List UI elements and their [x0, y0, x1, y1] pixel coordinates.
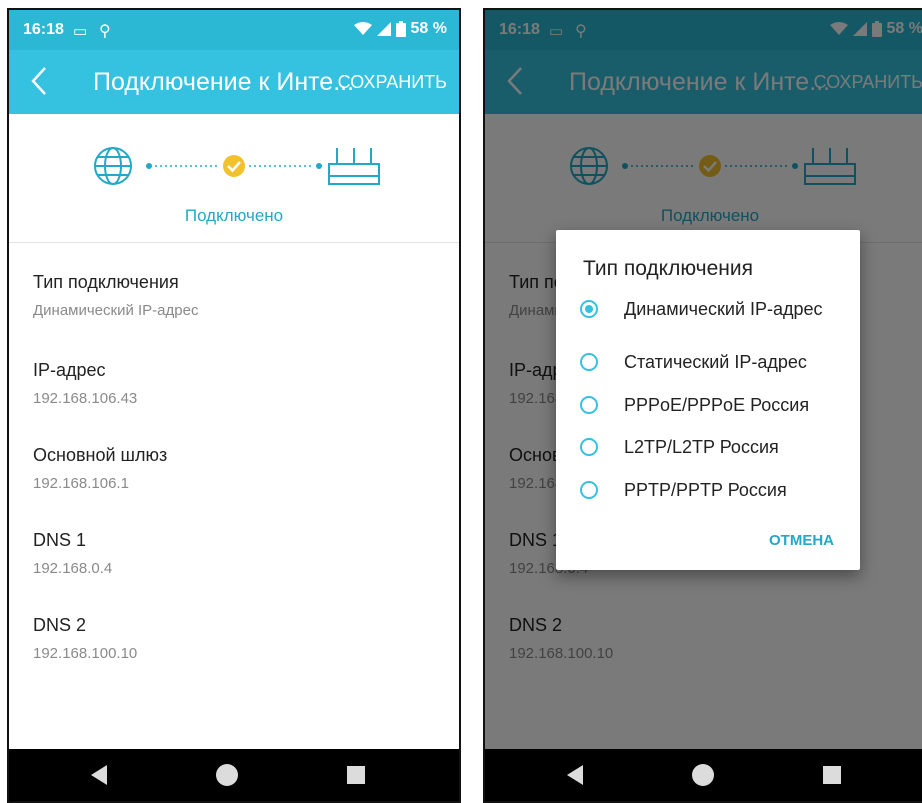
nav-back-icon[interactable] [91, 765, 107, 785]
radio-unselected[interactable] [580, 396, 598, 414]
field-dns1[interactable]: DNS 1 192.168.0.4 [33, 530, 112, 577]
connection-type-dialog: Тип подключения Динамический IP-адрес Ст… [556, 230, 860, 570]
nav-home-icon[interactable] [216, 764, 238, 786]
field-value: 192.168.106.43 [33, 390, 138, 407]
option-l2tp[interactable]: L2TP/L2TP Россия [580, 436, 844, 458]
usb-icon: ⚲ [99, 23, 111, 40]
navigation-bar [485, 749, 922, 801]
page-title: Подключение к Инте... [93, 68, 355, 96]
option-label: PPPoE/PPPoE Россия [624, 395, 810, 415]
dialog-title: Тип подключения [583, 257, 753, 280]
radio-unselected[interactable] [580, 438, 598, 456]
field-label: IP-адрес [33, 360, 106, 380]
status-right: 58 % [353, 20, 447, 38]
field-ip-address[interactable]: IP-адрес 192.168.106.43 [33, 360, 137, 407]
field-value: 192.168.100.10 [33, 645, 138, 662]
option-pppoe[interactable]: PPPoE/PPPoE Россия [580, 394, 844, 416]
nav-recent-icon[interactable] [823, 766, 841, 784]
status-bar: 16:18 ▭ ⚲ 58 % [9, 10, 459, 50]
status-time: 16:18 [23, 21, 64, 38]
nav-recent-icon[interactable] [347, 766, 365, 784]
nav-home-icon[interactable] [692, 764, 714, 786]
option-label: PPTP/PPTP Россия [624, 480, 787, 500]
signal-icon [376, 22, 391, 36]
laptop-icon: ▭ [73, 23, 88, 40]
option-label: Динамический IP-адрес [624, 299, 823, 319]
cancel-button[interactable]: ОТМЕНА [769, 532, 834, 549]
field-connection-type[interactable]: Тип подключения Динамический IP-адрес [33, 272, 198, 319]
field-label: DNS 1 [33, 530, 87, 550]
option-label: L2TP/L2TP Россия [624, 437, 779, 457]
battery-icon [395, 21, 406, 37]
dot-right [316, 163, 322, 169]
option-pptp[interactable]: PPTP/PPTP Россия [580, 479, 844, 501]
field-value: Динамический IP-адрес [33, 302, 199, 319]
radio-selected[interactable] [580, 300, 598, 318]
save-button[interactable]: СОХРАНИТЬ [338, 72, 447, 93]
wifi-icon [353, 22, 372, 35]
connection-status: Подключено [9, 114, 459, 242]
radio-unselected[interactable] [580, 353, 598, 371]
field-value: 192.168.0.4 [33, 560, 113, 577]
nav-back-icon[interactable] [567, 765, 583, 785]
field-gateway[interactable]: Основной шлюз 192.168.106.1 [33, 445, 167, 492]
app-bar: Подключение к Инте... СОХРАНИТЬ [9, 50, 459, 114]
divider [9, 242, 459, 243]
dot-left [146, 163, 152, 169]
check-icon [223, 155, 245, 177]
globe-icon [94, 147, 132, 185]
option-label: Статический IP-адрес [624, 352, 807, 372]
connected-status-label: Подключено [184, 206, 284, 225]
battery-percent: 58 % [410, 20, 447, 37]
field-value: 192.168.106.1 [33, 475, 129, 492]
router-icon [328, 148, 380, 185]
field-label: Основной шлюз [33, 445, 168, 465]
field-label: DNS 2 [33, 615, 87, 635]
back-icon[interactable] [25, 64, 55, 98]
connection-diagram [94, 147, 380, 185]
navigation-bar [9, 749, 459, 801]
option-static-ip[interactable]: Статический IP-адрес [580, 351, 844, 373]
field-label: Тип подключения [33, 272, 179, 292]
phone-screen-dialog: 16:18 ▭ ⚲ 58 % Подключение к Инте... СОХ… [483, 8, 922, 803]
option-dynamic-ip[interactable]: Динамический IP-адрес [580, 298, 844, 320]
field-dns2[interactable]: DNS 2 192.168.100.10 [33, 615, 137, 662]
radio-unselected[interactable] [580, 481, 598, 499]
phone-screen-main: 16:18 ▭ ⚲ 58 % Подключение к Инте... СОХ… [7, 8, 461, 803]
